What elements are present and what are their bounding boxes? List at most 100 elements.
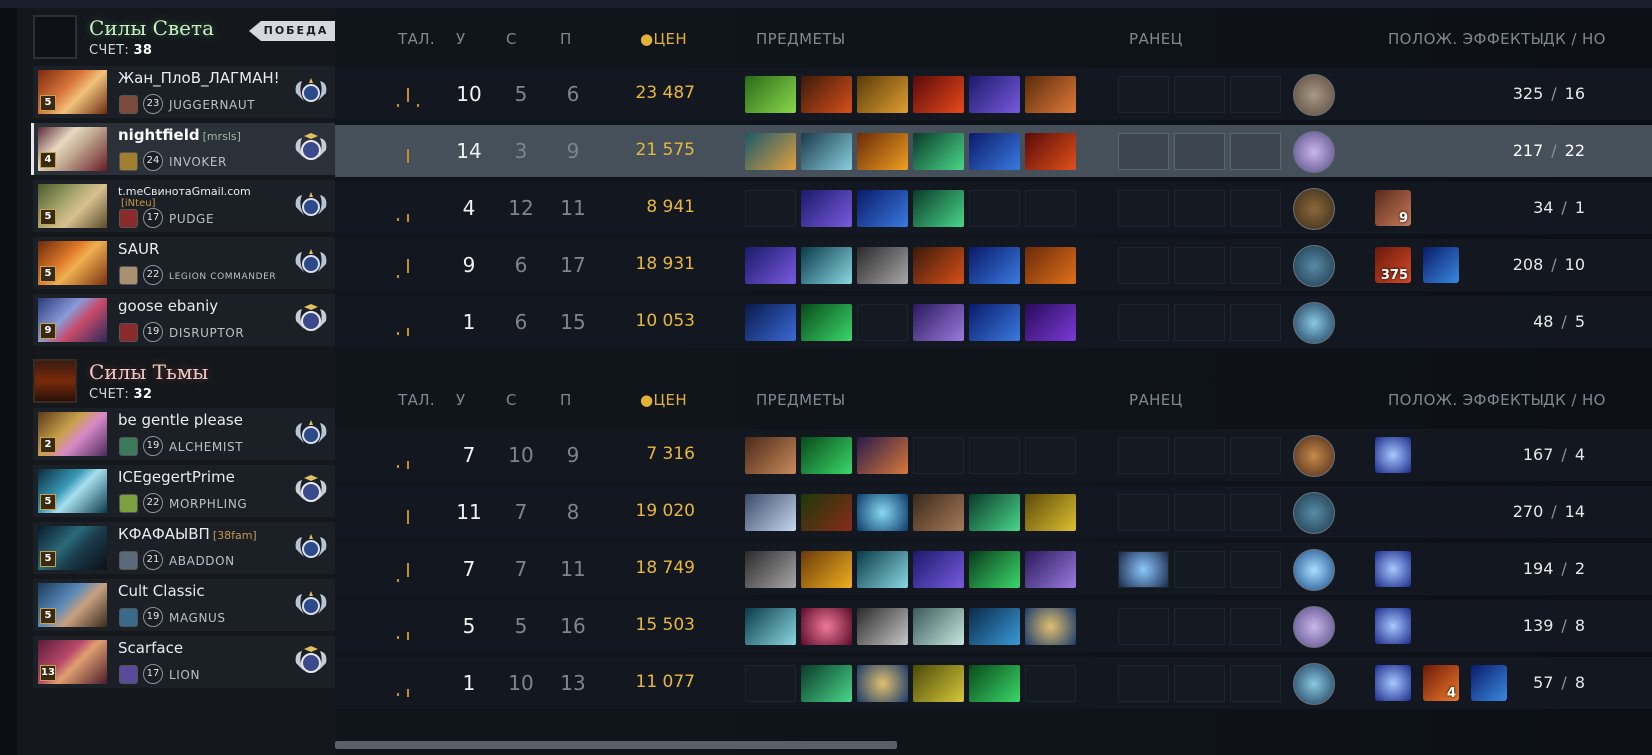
buff-flesh-heap-icon[interactable]: 9 [1375, 190, 1411, 226]
item-scepter-icon[interactable] [969, 133, 1020, 170]
item-blade-icon[interactable] [745, 608, 796, 645]
backpack-slot[interactable] [1230, 247, 1281, 284]
item-eagle-icon[interactable] [745, 133, 796, 170]
stat-row-dire-1[interactable]: 7 10 9 7 316 167/4 [335, 429, 1652, 481]
item-radiance-icon[interactable] [913, 76, 964, 113]
item-boots-icon[interactable] [969, 76, 1020, 113]
hero-portrait-juggernaut[interactable]: 5 [38, 70, 107, 114]
neutral-item-icon[interactable] [1293, 188, 1335, 230]
backpack-slot[interactable] [1118, 304, 1169, 341]
item-axe-icon[interactable] [1025, 76, 1076, 113]
item-tranquil-boots-icon[interactable] [801, 437, 852, 474]
item-gold-icon[interactable] [1025, 494, 1076, 531]
player-row-dire-4[interactable]: 5 Cult Classic 19 MAGNUS [33, 579, 335, 631]
item-eye-icon[interactable] [857, 494, 908, 531]
hero-portrait-invoker[interactable]: 4 [38, 127, 107, 171]
stat-row-radiant-4[interactable]: 9 6 17 18 931 375 208/10 [335, 239, 1652, 291]
hero-portrait-alchemist[interactable]: 2 [38, 412, 107, 456]
backpack-slot[interactable] [1118, 494, 1169, 531]
player-name[interactable]: SAUR [118, 240, 159, 258]
item-cloak-icon[interactable] [1025, 133, 1076, 170]
item-butterfly-icon[interactable] [745, 76, 796, 113]
backpack-slot[interactable] [1174, 494, 1225, 531]
item-wand-icon[interactable] [969, 494, 1020, 531]
item-wand-icon[interactable] [913, 190, 964, 227]
backpack-slot[interactable] [1230, 665, 1281, 702]
header-deaths[interactable]: С [506, 30, 517, 50]
item-sword-icon[interactable] [969, 551, 1020, 588]
neutral-item-icon[interactable] [1293, 549, 1335, 591]
neutral-item-icon[interactable] [1293, 245, 1335, 287]
hero-portrait-abaddon[interactable]: 5 [38, 526, 107, 570]
item-medallion-icon[interactable] [857, 665, 908, 702]
buff-shard-icon[interactable] [1423, 247, 1459, 283]
backpack-slot[interactable] [1174, 608, 1225, 645]
backpack-slot[interactable] [1174, 76, 1225, 113]
player-name[interactable]: nightfield [mrsls] [118, 126, 241, 144]
backpack-slot[interactable] [1174, 665, 1225, 702]
neutral-item-icon[interactable] [1293, 74, 1335, 116]
player-row-radiant-4[interactable]: 5 SAUR 22 LEGION COMMANDER [33, 237, 335, 289]
backpack-slot[interactable] [1174, 551, 1225, 588]
item-feather-icon[interactable] [745, 551, 796, 588]
item-orb-icon[interactable] [857, 133, 908, 170]
item-wind-icon[interactable] [913, 608, 964, 645]
backpack-slot[interactable] [1174, 247, 1225, 284]
neutral-item-icon[interactable] [1293, 131, 1335, 173]
player-name[interactable]: t.meСвинотаGmail.com [118, 185, 251, 198]
item-slot-empty[interactable] [969, 190, 1020, 227]
item-scepter-icon[interactable] [857, 190, 908, 227]
item-glimmer-icon[interactable] [913, 304, 964, 341]
item-slot-empty[interactable] [913, 437, 964, 474]
item-slot-empty[interactable] [1025, 437, 1076, 474]
header-assists[interactable]: П [560, 30, 572, 50]
item-feather-icon[interactable] [857, 247, 908, 284]
item-boots-icon[interactable] [913, 551, 964, 588]
player-row-dire-3[interactable]: 5 КФАФАЫВП [38fam] 21 ABADDON [33, 522, 335, 574]
backpack-slot[interactable] [1230, 551, 1281, 588]
backpack-slot[interactable] [1118, 665, 1169, 702]
stat-row-radiant-5[interactable]: 1 6 15 10 053 48/5 [335, 296, 1652, 348]
stat-row-dire-4[interactable]: 5 5 16 15 503 139/8 [335, 600, 1652, 652]
hero-portrait-lion[interactable]: 13 [38, 640, 107, 684]
player-row-radiant-3[interactable]: 5 t.meСвинотаGmail.com [iNteu] 17 PUDGE [33, 180, 335, 232]
backpack-slot[interactable] [1174, 190, 1225, 227]
header-kills[interactable]: У [456, 391, 466, 411]
backpack-slot[interactable] [1118, 437, 1169, 474]
header-networth[interactable]: ●ЦЕН [640, 391, 687, 411]
item-bracer-icon[interactable] [857, 437, 908, 474]
player-row-radiant-2[interactable]: 4 nightfield [mrsls] 24 INVOKER [31, 123, 335, 175]
player-row-radiant-1[interactable]: 5 Жан_ПлоВ_ЛАГМАН! 23 JUGGERNAUT [33, 66, 335, 118]
item-relic-icon[interactable] [969, 608, 1020, 645]
item-blink-icon[interactable] [801, 608, 852, 645]
stat-row-radiant-2[interactable]: 14 3 9 21 575 217/22 [335, 125, 1652, 177]
player-name[interactable]: goose ebaniy [118, 297, 218, 315]
item-tranquil-boots-icon[interactable] [801, 304, 852, 341]
item-slot-empty[interactable] [1025, 665, 1076, 702]
neutral-item-icon[interactable] [1293, 606, 1335, 648]
hero-portrait-legion-commander[interactable]: 5 [38, 241, 107, 285]
backpack-slot[interactable] [1174, 437, 1225, 474]
item-crossed-swords-icon[interactable] [913, 247, 964, 284]
item-axe-icon[interactable] [745, 437, 796, 474]
item-cape-icon[interactable] [745, 304, 796, 341]
neutral-item-icon[interactable] [1293, 492, 1335, 534]
item-daedalus-icon[interactable] [801, 551, 852, 588]
backpack-slot[interactable] [1118, 133, 1169, 170]
buff-aghanim-icon[interactable] [1375, 608, 1411, 644]
stat-row-dire-5[interactable]: 1 10 13 11 077 4 57/8 [335, 657, 1652, 709]
header-lhdn[interactable]: ДК / НО [1543, 30, 1606, 50]
buff-duel-icon[interactable]: 375 [1375, 247, 1411, 283]
buff-aghanim-icon[interactable] [1375, 551, 1411, 587]
neutral-item-icon[interactable] [1293, 663, 1335, 705]
backpack-slot[interactable] [1118, 608, 1169, 645]
stat-row-radiant-3[interactable]: 4 12 11 8 941 9 34/1 [335, 182, 1652, 234]
item-chest-icon[interactable] [913, 665, 964, 702]
backpack-slot[interactable] [1230, 608, 1281, 645]
player-row-dire-2[interactable]: 5 ICEgegertPrime 22 MORPHLING [33, 465, 335, 517]
backpack-slot[interactable] [1230, 190, 1281, 227]
item-crossed-swords-icon[interactable] [801, 76, 852, 113]
backpack-slot[interactable] [1230, 304, 1281, 341]
hero-portrait-disruptor[interactable]: 9 [38, 298, 107, 342]
header-assists[interactable]: П [560, 391, 572, 411]
